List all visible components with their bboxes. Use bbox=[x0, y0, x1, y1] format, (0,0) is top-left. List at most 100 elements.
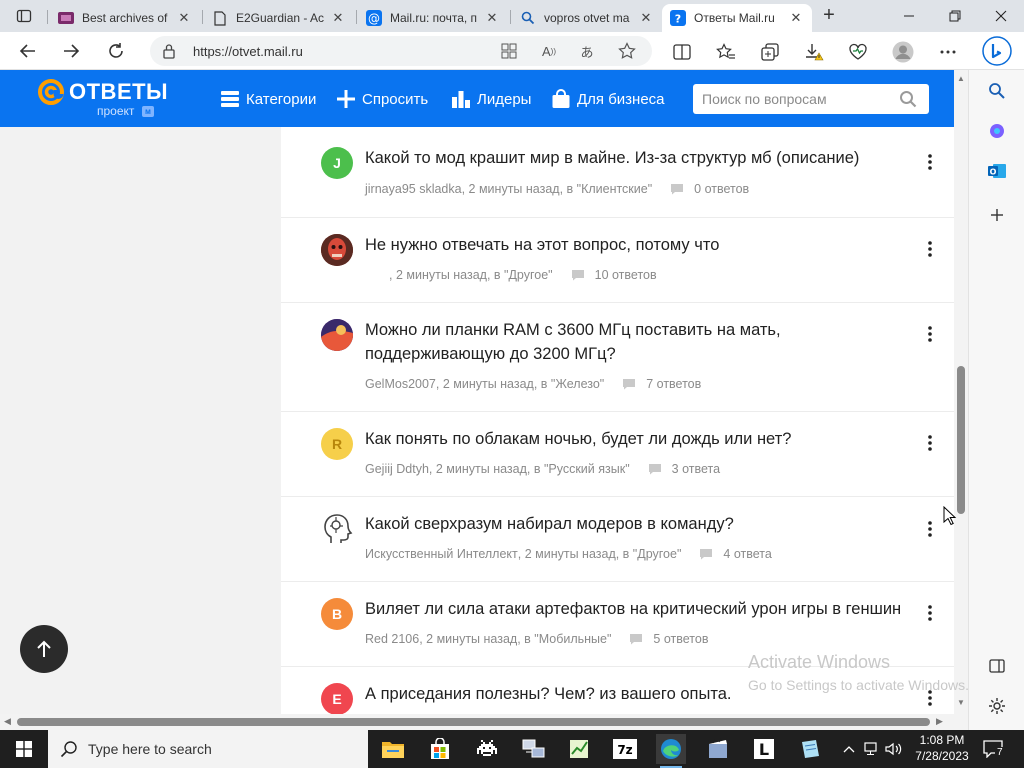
tab-close-icon[interactable]: ✕ bbox=[484, 10, 500, 26]
question-title[interactable]: Виляет ли сила атаки артефактов на крити… bbox=[365, 597, 925, 621]
sidebar-settings-gear-icon[interactable] bbox=[986, 695, 1008, 717]
question-title[interactable]: Можно ли планки RAM с 3600 МГц поставить… bbox=[365, 318, 921, 366]
forward-button[interactable] bbox=[57, 38, 85, 64]
search-icon[interactable] bbox=[899, 90, 917, 108]
sidebar-outlook-icon[interactable]: O bbox=[986, 160, 1008, 182]
system-clock[interactable]: 1:08 PM 7/28/2023 bbox=[906, 732, 978, 764]
taskbar-7zip[interactable]: 7z bbox=[610, 734, 640, 764]
more-options-icon[interactable] bbox=[921, 324, 939, 344]
more-options-icon[interactable] bbox=[921, 152, 939, 172]
question-item[interactable]: Можно ли планки RAM с 3600 МГц поставить… bbox=[281, 303, 954, 412]
scroll-right-arrow-icon[interactable]: ▶ bbox=[936, 716, 943, 727]
answer-count[interactable]: 4 ответа bbox=[723, 547, 771, 561]
vertical-scrollbar[interactable]: ▲ ▼ bbox=[954, 70, 968, 714]
avatar[interactable] bbox=[321, 234, 353, 266]
profile-avatar[interactable] bbox=[892, 41, 914, 63]
question-author[interactable]: Gejiij Ddtyh bbox=[365, 462, 429, 476]
more-options-icon[interactable] bbox=[921, 603, 939, 623]
otvety-logo-at-icon[interactable] bbox=[37, 78, 65, 106]
avatar[interactable]: E bbox=[321, 683, 353, 714]
more-options-icon[interactable] bbox=[921, 519, 939, 539]
url-text[interactable]: https://otvet.mail.ru bbox=[193, 44, 303, 59]
tab-search-vopros[interactable]: vopros otvet ma ✕ bbox=[512, 4, 662, 32]
tab-e2guardian[interactable]: E2Guardian - Ac ✕ bbox=[204, 4, 354, 32]
tab-best-archives[interactable]: Best archives of ✕ bbox=[50, 4, 200, 32]
tab-otvety-active[interactable]: ? Ответы Mail.ru ✕ bbox=[662, 4, 812, 32]
restore-button[interactable] bbox=[932, 0, 978, 32]
sidebar-search-icon[interactable] bbox=[986, 80, 1008, 102]
avatar[interactable]: R bbox=[321, 428, 353, 460]
taskbar-search-box[interactable]: Type here to search bbox=[48, 730, 368, 768]
nav-categories[interactable]: Категории bbox=[219, 88, 316, 110]
scroll-to-top-button[interactable] bbox=[20, 625, 68, 673]
horizontal-scroll-thumb[interactable] bbox=[17, 718, 930, 726]
question-title[interactable]: Не нужно отвечать на этот вопрос, потому… bbox=[365, 233, 921, 257]
answer-count[interactable]: 10 ответов bbox=[595, 268, 657, 282]
downloads-warning-icon[interactable] bbox=[803, 41, 825, 63]
tab-close-icon[interactable]: ✕ bbox=[638, 10, 654, 26]
refresh-button[interactable] bbox=[102, 38, 130, 64]
question-title[interactable]: Какой то мод крашит мир в майне. Из-за с… bbox=[365, 146, 921, 170]
question-title[interactable]: Как понять по облакам ночью, будет ли до… bbox=[365, 427, 921, 451]
horizontal-scrollbar[interactable]: ◀ ▶ bbox=[0, 714, 968, 730]
scroll-down-arrow-icon[interactable]: ▼ bbox=[957, 698, 965, 707]
question-author[interactable]: Red 2106 bbox=[365, 632, 419, 646]
collections-icon[interactable] bbox=[759, 41, 781, 63]
sidebar-copilot-icon[interactable] bbox=[986, 120, 1008, 142]
search-input[interactable] bbox=[693, 84, 893, 114]
avatar[interactable] bbox=[321, 319, 353, 351]
new-tab-button[interactable]: + bbox=[817, 5, 841, 27]
tab-close-icon[interactable]: ✕ bbox=[176, 10, 192, 26]
question-item[interactable]: Какой сверхразум набирал модеров в коман… bbox=[281, 497, 954, 582]
scroll-up-arrow-icon[interactable]: ▲ bbox=[957, 74, 965, 83]
taskbar-chart-app[interactable] bbox=[564, 734, 594, 764]
taskbar-app-invader[interactable] bbox=[472, 734, 502, 764]
volume-icon[interactable] bbox=[885, 740, 903, 758]
minimize-button[interactable] bbox=[886, 0, 932, 32]
taskbar-l-app[interactable]: L bbox=[749, 734, 779, 764]
lock-icon[interactable] bbox=[162, 43, 176, 62]
taskbar-network-app[interactable] bbox=[519, 734, 549, 764]
split-screen-icon[interactable] bbox=[671, 41, 693, 63]
close-window-button[interactable] bbox=[978, 0, 1024, 32]
answer-count[interactable]: 7 ответов bbox=[646, 377, 701, 391]
favorites-icon[interactable] bbox=[715, 41, 737, 63]
avatar[interactable] bbox=[321, 513, 353, 545]
question-author[interactable]: Искусственный Интеллект bbox=[365, 547, 518, 561]
vertical-scroll-thumb[interactable] bbox=[957, 366, 965, 514]
tab-close-icon[interactable]: ✕ bbox=[788, 10, 804, 26]
answer-count[interactable]: 3 ответа bbox=[672, 462, 720, 476]
site-logo-text[interactable]: ОТВЕТЫ bbox=[69, 79, 168, 105]
answer-count[interactable]: 5 ответов bbox=[653, 632, 708, 646]
question-title[interactable]: Какой сверхразум набирал модеров в коман… bbox=[365, 512, 921, 536]
tab-actions-button[interactable] bbox=[6, 4, 42, 28]
question-item[interactable]: R Как понять по облакам ночью, будет ли … bbox=[281, 412, 954, 497]
question-author[interactable]: GelMos2007 bbox=[365, 377, 436, 391]
address-bar[interactable]: https://otvet.mail.ru A)) あ bbox=[150, 36, 652, 66]
scroll-left-arrow-icon[interactable]: ◀ bbox=[4, 716, 11, 727]
tray-overflow-chevron-icon[interactable] bbox=[840, 740, 858, 758]
question-item[interactable]: Не нужно отвечать на этот вопрос, потому… bbox=[281, 218, 954, 303]
nav-ask[interactable]: Спросить bbox=[335, 88, 428, 110]
taskbar-notes-app[interactable] bbox=[795, 734, 825, 764]
question-item[interactable]: J Какой то мод крашит мир в майне. Из-за… bbox=[281, 127, 954, 218]
taskbar-store[interactable] bbox=[425, 734, 455, 764]
favorite-star-icon[interactable] bbox=[618, 42, 636, 60]
read-aloud-icon[interactable]: A)) bbox=[540, 42, 558, 60]
taskbar-file-explorer[interactable] bbox=[378, 734, 408, 764]
notification-center-button[interactable]: 7 bbox=[982, 738, 1005, 760]
settings-more-icon[interactable] bbox=[937, 41, 959, 63]
nav-business[interactable]: Для бизнеса bbox=[550, 88, 665, 110]
avatar[interactable]: B bbox=[321, 598, 353, 630]
avatar[interactable]: J bbox=[321, 147, 353, 179]
tab-close-icon[interactable]: ✕ bbox=[330, 10, 346, 26]
tab-mail-ru[interactable]: @ Mail.ru: почта, п ✕ bbox=[358, 4, 508, 32]
translate-icon[interactable]: あ bbox=[578, 42, 596, 60]
performance-icon[interactable] bbox=[847, 41, 869, 63]
bing-copilot-icon[interactable] bbox=[982, 36, 1012, 66]
question-author[interactable]: jirnaya95 skladka bbox=[365, 182, 462, 196]
back-button[interactable] bbox=[14, 38, 42, 64]
sidebar-add-icon[interactable] bbox=[986, 204, 1008, 226]
more-options-icon[interactable] bbox=[921, 433, 939, 453]
start-button[interactable] bbox=[0, 730, 48, 768]
